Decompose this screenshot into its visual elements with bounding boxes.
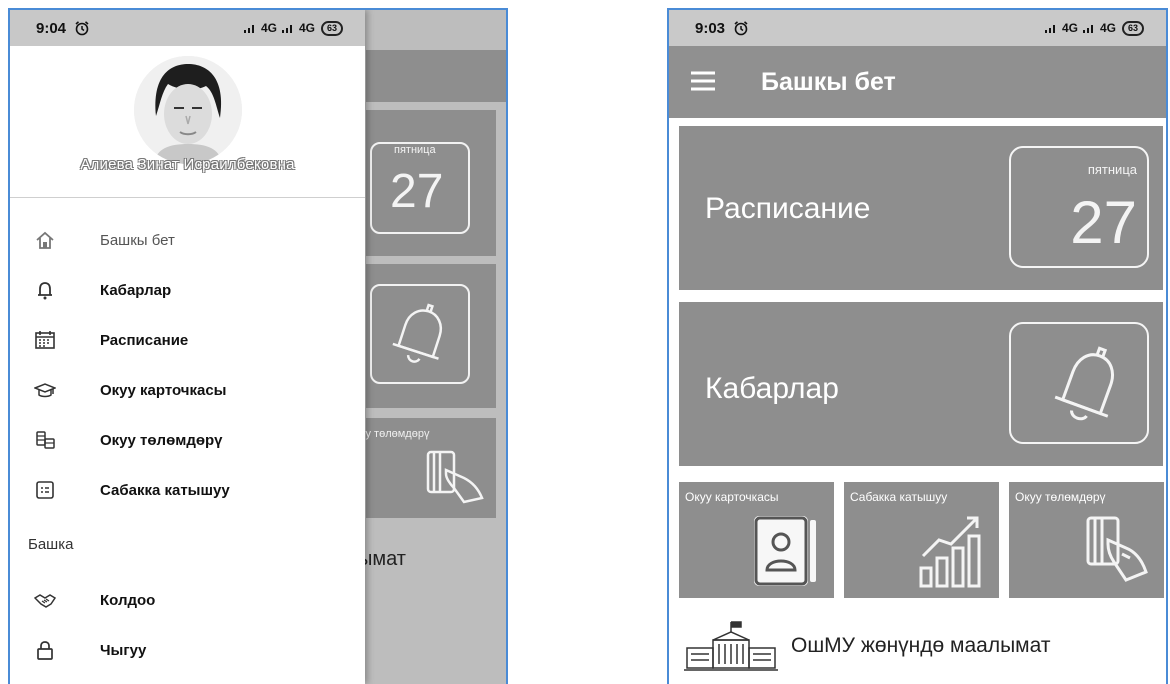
signal-icon: [1044, 25, 1055, 33]
network-type-2: 4G: [1099, 21, 1116, 35]
study-card-tile[interactable]: Окуу карточкасы: [679, 482, 834, 598]
university-building-icon: [684, 621, 778, 671]
about-university-link[interactable]: ОшМУ жөнүндө маалымат: [683, 616, 1153, 676]
menu-item-label: Кабарлар: [100, 281, 172, 299]
background-about-label: ымат: [358, 548, 406, 570]
attendance-icon: [36, 481, 54, 499]
payments-tile[interactable]: Окуу төлөмдөрү: [1009, 482, 1164, 598]
lock-icon: [37, 641, 53, 660]
news-label: Кабарлар: [705, 372, 839, 405]
day-number: 27: [1070, 189, 1137, 256]
avatar[interactable]: [134, 56, 242, 164]
menu-item-label: Чыгуу: [100, 641, 147, 659]
left-phone-screen: пятница 27 уу төлөмдөрү ымат 9:04 4G 4G …: [8, 8, 508, 684]
menu-item-logout[interactable]: Чыгуу: [10, 630, 365, 670]
background-weekday: пятница: [394, 144, 436, 156]
home-icon: [36, 231, 54, 249]
status-bar: 9:03 4G 4G 63: [669, 10, 1166, 46]
menu-item-label: Сабакка катышуу: [100, 481, 230, 499]
bell-icon: [1054, 346, 1114, 421]
contact-card-icon: [754, 516, 816, 586]
background-payments-label: уу төлөмдөрү: [360, 428, 430, 440]
status-bar: 9:04 4G 4G 63: [10, 10, 365, 46]
attendance-tile[interactable]: Сабакка катышуу: [844, 482, 999, 598]
bell-box: [1009, 322, 1149, 444]
menu-item-attendance[interactable]: Сабакка катышуу: [10, 470, 365, 510]
menu-item-label: Окуу төлөмдөрү: [100, 431, 223, 449]
page-title: Башкы бет: [761, 68, 896, 96]
network-type-2: 4G: [298, 21, 315, 35]
menu-item-support[interactable]: Колдоо: [10, 580, 365, 620]
growth-chart-icon: [919, 516, 981, 588]
payments-label: Окуу төлөмдөрү: [1015, 490, 1106, 504]
study-card-label: Окуу карточкасы: [685, 490, 779, 504]
signal-icon-2: [281, 25, 292, 33]
weekday: пятница: [1087, 162, 1137, 177]
bell-icon: [392, 303, 443, 363]
status-time: 9:03: [695, 19, 726, 37]
date-box: пятница 27: [1009, 146, 1149, 268]
app-bar: Башкы бет: [669, 46, 1166, 118]
battery-icon: 63: [1121, 20, 1144, 36]
right-phone-screen: 9:03 4G 4G 63 Башкы бет Расписание пятни…: [667, 8, 1168, 684]
menu-item-label: Колдоо: [100, 591, 156, 609]
battery-icon: 63: [320, 20, 343, 36]
menu-item-study-card[interactable]: Окуу карточкасы: [10, 370, 365, 410]
background-bell-box: [370, 284, 470, 384]
menu-item-payments[interactable]: Окуу төлөмдөрү: [10, 420, 365, 460]
coins-icon: [36, 431, 55, 449]
attendance-label: Сабакка катышуу: [850, 490, 948, 504]
news-tile[interactable]: Кабарлар: [679, 302, 1163, 466]
status-time: 9:04: [36, 19, 67, 37]
menu-item-home[interactable]: Башкы бет: [10, 220, 365, 260]
network-type: 4G: [1061, 21, 1078, 35]
menu-section-other: Башка: [28, 536, 74, 553]
graduation-cap-icon: [34, 383, 56, 398]
schedule-tile[interactable]: Расписание пятница 27: [679, 126, 1163, 290]
signal-icon: [243, 25, 254, 33]
about-label: ОшМУ жөнүндө маалымат: [791, 634, 1051, 657]
menu-item-news[interactable]: Кабарлар: [10, 270, 365, 310]
user-full-name: Алиева Зинат Исраилбековна: [80, 156, 295, 173]
signal-icon-2: [1082, 25, 1093, 33]
drawer-header: Алиева Зинат Исраилбековна: [10, 46, 365, 198]
schedule-label: Расписание: [705, 192, 871, 225]
calendar-icon: [35, 331, 55, 349]
menu-item-label: Расписание: [100, 331, 189, 349]
card-hand-icon: [1086, 516, 1148, 582]
background-app-bar: [366, 50, 506, 102]
alarm-clock-icon: [734, 21, 748, 36]
navigation-drawer: 9:04 4G 4G 63 Алиева Зинат Исраилбековна…: [10, 10, 365, 684]
user-photo-icon: [134, 56, 242, 164]
background-day: 27: [390, 165, 444, 218]
menu-item-label: Окуу карточкасы: [100, 381, 227, 399]
alarm-clock-icon: [75, 21, 89, 36]
menu-item-schedule[interactable]: Расписание: [10, 320, 365, 360]
network-type: 4G: [260, 21, 277, 35]
handshake-icon: [34, 594, 56, 608]
menu-icon[interactable]: [689, 70, 717, 92]
menu-item-label: Башкы бет: [100, 231, 175, 249]
bell-icon: [38, 282, 52, 300]
card-hand-icon: [426, 450, 484, 504]
